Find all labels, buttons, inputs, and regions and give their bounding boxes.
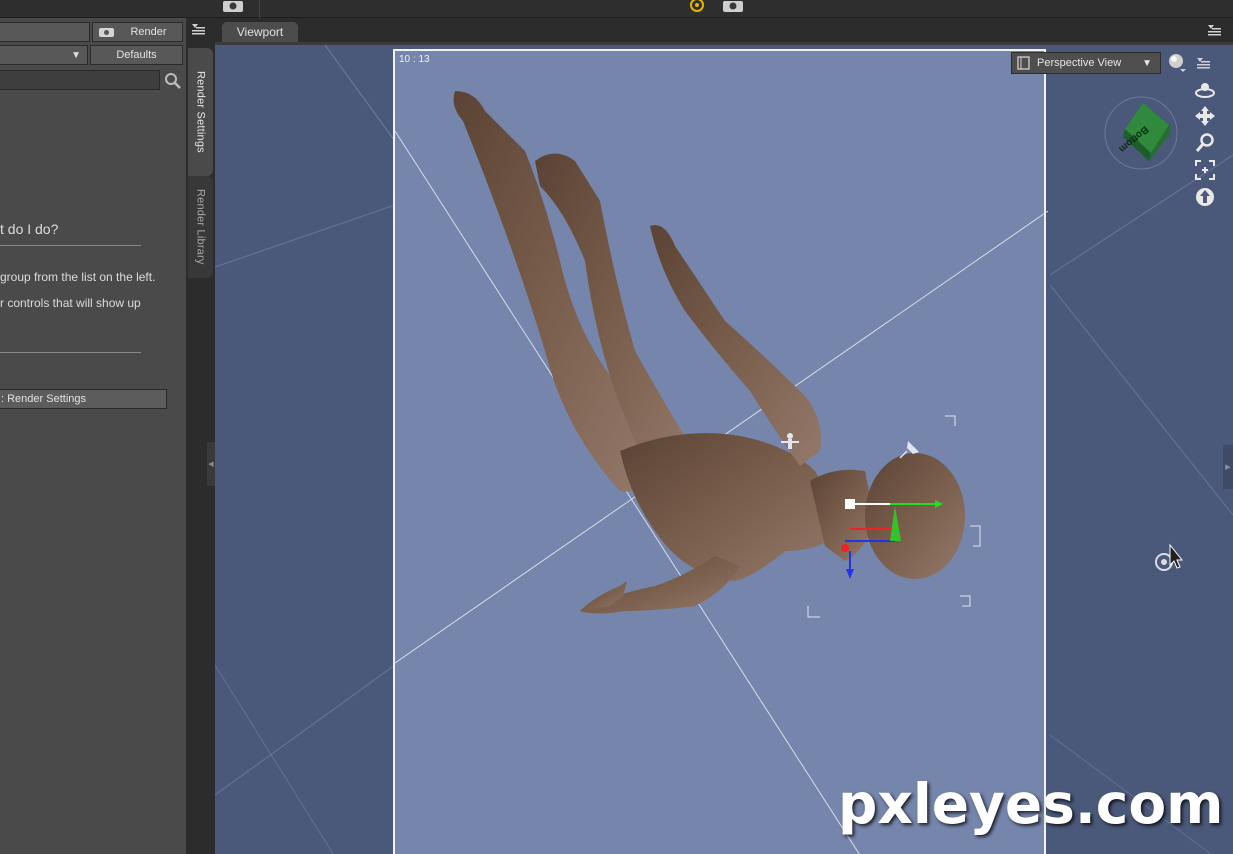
camera-view-icon: [1017, 56, 1030, 70]
render-button-label: Render: [130, 26, 167, 38]
tab-viewport-label: Viewport: [236, 25, 284, 39]
engine-dropdown[interactable]: ▼: [0, 45, 88, 65]
mouse-cursor-icon: [1153, 543, 1185, 575]
viewport-3d[interactable]: 10 : 13 Perspective View ▼ Bottom ▶: [215, 42, 1233, 854]
tab-render-settings-label: Render Settings: [194, 71, 207, 153]
defaults-button[interactable]: Defaults: [90, 45, 183, 65]
viewport-options-menu-icon[interactable]: [1191, 52, 1215, 74]
defaults-button-label: Defaults: [116, 49, 157, 61]
3d-figure: [453, 91, 965, 614]
search-input[interactable]: [0, 70, 160, 90]
draw-style-icon[interactable]: [1165, 52, 1189, 74]
render-settings-pane: Render ▼ Defaults t do I do? group from …: [0, 18, 186, 854]
toolbar-separator: [259, 0, 260, 18]
pan-icon[interactable]: [1193, 105, 1217, 127]
render-frame: 10 : 13: [393, 49, 1048, 854]
preset-field[interactable]: [0, 22, 90, 42]
camera-icon: [99, 27, 114, 37]
collapse-right-handle[interactable]: ▶: [1223, 445, 1233, 489]
watermark: pxleyes.com: [838, 772, 1224, 836]
zoom-icon[interactable]: [1193, 132, 1217, 154]
viewport-menu-icon[interactable]: [1206, 23, 1222, 37]
side-tab-strip: Render Settings Render Library ◀: [186, 18, 215, 854]
tab-render-library-label: Render Library: [194, 189, 207, 265]
orbit-gizmo-icon[interactable]: [686, 0, 708, 14]
help-divider: [0, 352, 141, 353]
frame-selection-icon[interactable]: [1193, 159, 1217, 181]
scene-canvas: [395, 91, 1048, 854]
pane-menu-icon[interactable]: [190, 22, 206, 36]
render-settings-button[interactable]: : Render Settings: [0, 389, 167, 409]
help-line-1: group from the list on the left.: [0, 270, 156, 284]
tab-render-library[interactable]: Render Library: [188, 176, 213, 278]
chevron-down-icon: ▼: [1142, 57, 1152, 69]
render-button[interactable]: Render: [92, 22, 183, 42]
camera-icon[interactable]: [722, 0, 744, 14]
heading-divider: [0, 245, 141, 246]
help-heading: t do I do?: [0, 221, 59, 237]
search-icon[interactable]: [163, 71, 183, 91]
navigation-cube[interactable]: Bottom: [1103, 95, 1179, 171]
top-toolbar: [0, 0, 1233, 18]
camera-icon[interactable]: [222, 0, 244, 14]
help-line-2: r controls that will show up: [0, 296, 141, 310]
render-settings-button-label: : Render Settings: [1, 393, 86, 405]
collapse-left-handle[interactable]: ◀: [207, 442, 215, 486]
tab-render-settings[interactable]: Render Settings: [188, 48, 213, 176]
aim-up-icon[interactable]: [1193, 186, 1217, 208]
orbit-icon[interactable]: [1193, 79, 1217, 101]
viewport-tab-bar: Viewport: [215, 18, 1233, 42]
daz-studio-window: Render ▼ Defaults t do I do? group from …: [0, 0, 1233, 854]
tab-viewport[interactable]: Viewport: [222, 22, 298, 42]
chevron-down-icon: ▼: [71, 49, 81, 61]
perspective-view-label: Perspective View: [1037, 57, 1122, 69]
perspective-view-dropdown[interactable]: Perspective View ▼: [1011, 52, 1161, 74]
